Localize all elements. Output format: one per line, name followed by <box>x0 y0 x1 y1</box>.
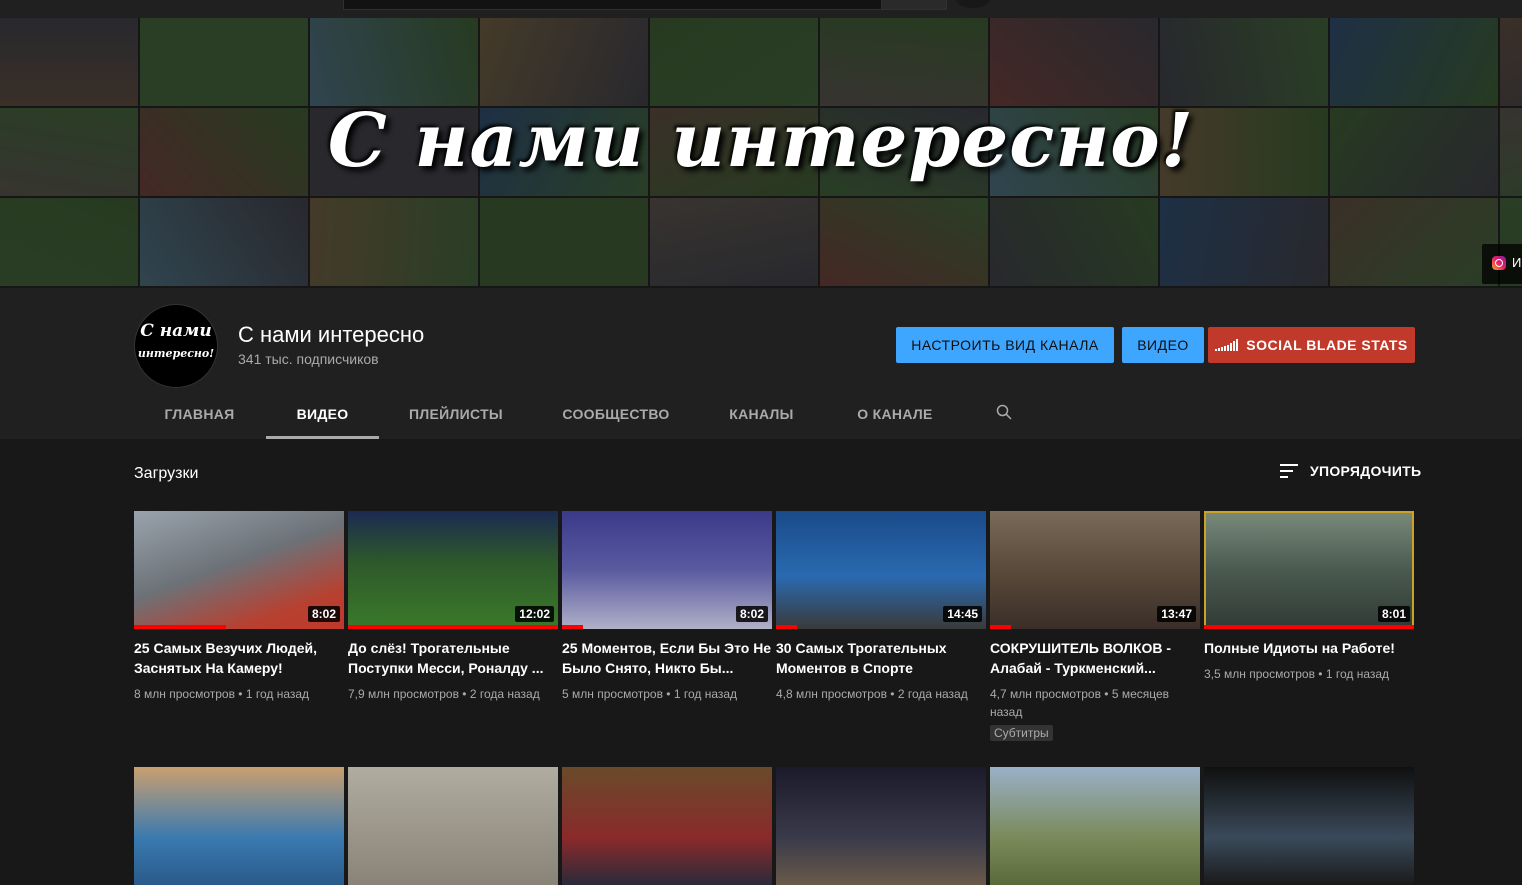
video-thumbnail[interactable]: 8:02 <box>134 511 344 629</box>
upload-age: 2 года назад <box>469 687 540 701</box>
subscriber-count: 341 тыс. подписчиков <box>238 351 379 367</box>
subtitles-badge: Субтитры <box>990 725 1053 741</box>
search-icon[interactable] <box>996 404 1012 420</box>
view-count: 4,7 млн просмотров <box>990 687 1101 701</box>
banner-title: С нами интересно! <box>327 98 1195 184</box>
view-count: 4,8 млн просмотров <box>776 687 887 701</box>
video-title[interactable]: 25 Моментов, Если Бы Это Не Было Снято, … <box>562 638 772 678</box>
video-card[interactable]: 8:02 25 Самых Везучих Людей, Заснятых На … <box>134 511 344 703</box>
watch-progress-bar <box>348 625 558 629</box>
video-thumbnail[interactable] <box>134 767 344 885</box>
video-card[interactable]: 8:02 25 Моментов, Если Бы Это Не Было Сня… <box>562 511 772 703</box>
channel-banner: С нами интересно! И <box>0 18 1522 288</box>
video-duration: 12:02 <box>515 606 554 622</box>
watch-progress-bar <box>990 625 1011 629</box>
video-title[interactable]: 25 Самых Везучих Людей, Заснятых На Каме… <box>134 638 344 678</box>
upload-age: 1 год назад <box>245 687 310 701</box>
upload-age: 1 год назад <box>1325 667 1390 681</box>
video-thumbnail[interactable] <box>348 767 558 885</box>
voice-search-button[interactable] <box>956 0 990 8</box>
video-meta: 8 млн просмотров • 1 год назад <box>134 687 310 701</box>
tab-videos[interactable]: ВИДЕО <box>266 388 379 439</box>
video-card[interactable]: 12:02 До слёз! Трогательные Поступки Месс… <box>348 511 558 703</box>
video-thumbnail[interactable] <box>1204 767 1414 885</box>
tab-community[interactable]: СООБЩЕСТВО <box>533 388 699 439</box>
upload-age: 2 года назад <box>897 687 968 701</box>
social-blade-button[interactable]: SOCIAL BLADE STATS <box>1208 327 1415 363</box>
video-meta: 7,9 млн просмотров • 2 года назад <box>348 687 540 701</box>
watch-progress-bar <box>776 625 797 629</box>
channel-name: С нами интересно <box>238 322 425 347</box>
watch-progress-bar <box>1204 625 1414 629</box>
video-duration: 13:47 <box>1157 606 1196 622</box>
video-title[interactable]: 30 Самых Трогательных Моментов в Спорте <box>776 638 986 678</box>
video-duration: 8:02 <box>307 606 340 622</box>
avatar-line2: интересно! <box>137 347 215 360</box>
tab-home[interactable]: ГЛАВНАЯ <box>134 388 265 439</box>
sort-label: УПОРЯДОЧИТЬ <box>1310 463 1422 479</box>
video-card[interactable]: 8:01 Полные Идиоты на Работе! 3,5 млн прос… <box>1204 511 1414 683</box>
sort-icon <box>1280 464 1298 478</box>
watch-progress-bar <box>562 625 583 629</box>
video-thumbnail[interactable] <box>562 767 772 885</box>
video-meta: 5 млн просмотров • 1 год назад <box>562 687 738 701</box>
watch-progress-bar <box>134 625 227 629</box>
manage-videos-button[interactable]: ВИДЕО <box>1122 327 1204 363</box>
video-thumbnail[interactable]: 14:45 <box>776 511 986 629</box>
video-title[interactable]: СОКРУШИТЕЛЬ ВОЛКОВ - Алабай - Туркменски… <box>990 638 1200 678</box>
section-title: Загрузки <box>134 465 199 482</box>
customize-channel-button[interactable]: НАСТРОИТЬ ВИД КАНАЛА <box>896 327 1114 363</box>
video-title[interactable]: До слёз! Трогательные Поступки Месси, Ро… <box>348 638 558 678</box>
video-card[interactable]: 14:45 30 Самых Трогательных Моментов в Сп… <box>776 511 986 703</box>
video-duration: 8:02 <box>735 606 768 622</box>
channel-header: С нами интересно! С нами интересно 341 т… <box>0 288 1522 439</box>
bar-chart-icon <box>1215 339 1239 351</box>
tab-playlists[interactable]: ПЛЕЙЛИСТЫ <box>379 388 533 439</box>
video-thumbnail[interactable] <box>776 767 986 885</box>
video-thumbnail[interactable]: 13:47 <box>990 511 1200 629</box>
sort-button[interactable]: УПОРЯДОЧИТЬ <box>1280 463 1421 479</box>
tab-channels[interactable]: КАНАЛЫ <box>699 388 824 439</box>
video-thumbnail[interactable]: 8:02 <box>562 511 772 629</box>
video-thumbnail[interactable]: 8:01 <box>1204 511 1414 629</box>
video-title[interactable]: Полные Идиоты на Работе! <box>1204 638 1414 658</box>
search-input[interactable] <box>343 0 883 10</box>
view-count: 3,5 млн просмотров <box>1204 667 1315 681</box>
instagram-icon <box>1492 256 1506 270</box>
upload-age: 1 год назад <box>673 687 738 701</box>
video-meta: 4,8 млн просмотров • 2 года назад <box>776 687 968 701</box>
avatar[interactable]: С нами интересно! <box>134 304 218 388</box>
video-thumbnail[interactable]: 12:02 <box>348 511 558 629</box>
video-thumbnail[interactable] <box>990 767 1200 885</box>
view-count: 5 млн просмотров <box>562 687 663 701</box>
top-app-bar <box>0 0 1522 18</box>
banner-instagram-link[interactable]: И <box>1482 244 1522 284</box>
social-blade-label: SOCIAL BLADE STATS <box>1246 337 1408 353</box>
view-count: 8 млн просмотров <box>134 687 235 701</box>
video-card[interactable]: 13:47 СОКРУШИТЕЛЬ ВОЛКОВ - Алабай - Туркм… <box>990 511 1200 742</box>
video-meta: 4,7 млн просмотров • 5 месяцев назад <box>990 687 1170 719</box>
banner-link-label: И <box>1512 255 1522 270</box>
video-duration: 8:01 <box>1377 606 1410 622</box>
view-count: 7,9 млн просмотров <box>348 687 459 701</box>
video-duration: 14:45 <box>943 606 982 622</box>
search-button[interactable] <box>881 0 947 10</box>
avatar-line1: С нами <box>140 321 212 341</box>
tab-about[interactable]: О КАНАЛЕ <box>824 388 966 439</box>
video-meta: 3,5 млн просмотров • 1 год назад <box>1204 667 1390 681</box>
